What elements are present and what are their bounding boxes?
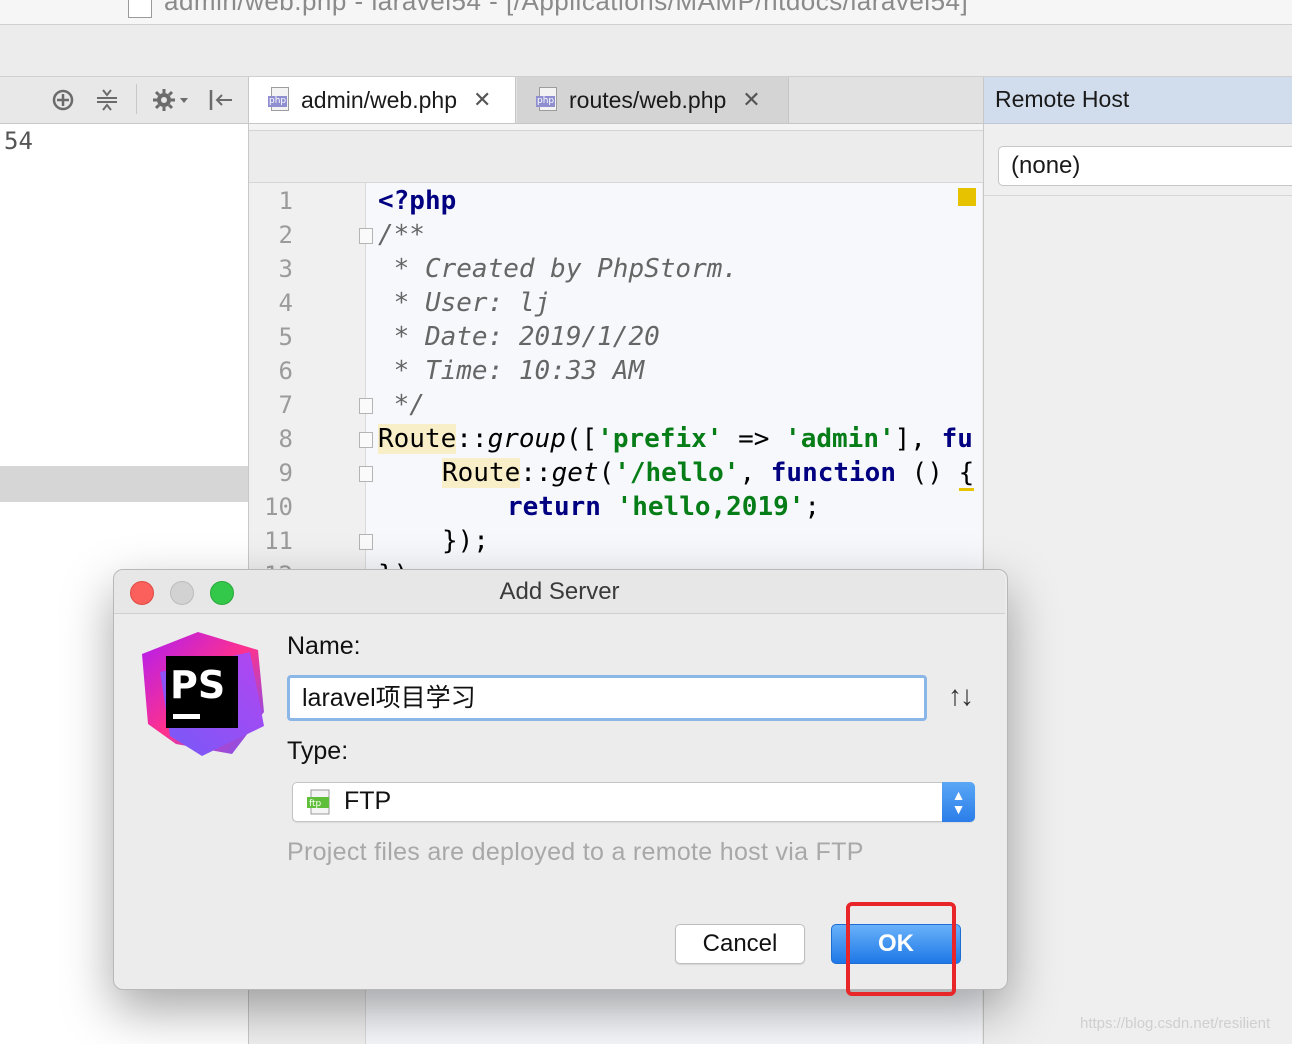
project-tree-selected-row[interactable] xyxy=(0,466,248,502)
cancel-button[interactable]: Cancel xyxy=(675,924,805,964)
code-line: */ xyxy=(378,390,425,420)
warning-marker[interactable] xyxy=(958,188,976,206)
code-line: * User: lj xyxy=(378,288,551,318)
fold-marker-icon[interactable] xyxy=(359,398,373,414)
toolbar-separator xyxy=(136,84,137,114)
type-description: Project files are deployed to a remote h… xyxy=(287,838,864,866)
fold-marker-icon[interactable] xyxy=(359,228,373,244)
divider xyxy=(984,195,1292,196)
line-number: 8 xyxy=(278,425,293,453)
ftp-icon: ftp xyxy=(307,789,331,815)
code-line: /** xyxy=(378,220,425,250)
tab-label: admin/web.php xyxy=(301,86,457,113)
watermark: https://blog.csdn.net/resilient xyxy=(1080,1015,1271,1032)
fold-marker-icon[interactable] xyxy=(359,466,373,482)
line-number: 10 xyxy=(264,493,293,521)
editor-strip xyxy=(249,124,983,131)
name-input[interactable]: laravel项目学习 xyxy=(287,675,927,721)
code-line: * Created by PhpStorm. xyxy=(378,254,739,284)
code-line: return 'hello,2019'; xyxy=(507,492,821,522)
locate-icon[interactable] xyxy=(50,87,76,113)
type-select[interactable] xyxy=(292,782,975,822)
type-value: FTP xyxy=(344,787,392,815)
code-line: Route::group(['prefix' => 'admin'], fu xyxy=(378,424,973,454)
remote-host-select[interactable]: (none) xyxy=(998,146,1292,186)
line-number: 2 xyxy=(278,221,293,249)
line-number: 1 xyxy=(278,187,293,215)
fold-marker-icon[interactable] xyxy=(359,534,373,550)
dialog-title: Add Server xyxy=(499,578,620,605)
project-tree-text: 54 xyxy=(4,127,33,155)
gear-icon[interactable] xyxy=(152,87,192,113)
line-number: 9 xyxy=(278,459,293,487)
tab-label: routes/web.php xyxy=(569,86,727,113)
name-label: Name: xyxy=(287,632,361,660)
line-number: 11 xyxy=(264,527,293,555)
close-icon[interactable]: ✕ xyxy=(742,87,760,113)
line-number: 7 xyxy=(278,391,293,419)
line-number: 5 xyxy=(278,323,293,351)
type-label: Type: xyxy=(287,737,349,765)
svg-text:PS: PS xyxy=(170,663,225,707)
chevron-updown-icon[interactable]: ▲ ▼ xyxy=(942,782,975,822)
tab-routes-web-php[interactable]: php routes/web.php ✕ xyxy=(517,77,789,123)
code-line: * Date: 2019/1/20 xyxy=(378,322,660,352)
window-titlebar: admin/web.php - laravel54 - [/Applicatio… xyxy=(0,0,1292,25)
collapse-all-icon[interactable] xyxy=(94,87,120,113)
window-title: admin/web.php - laravel54 - [/Applicatio… xyxy=(164,0,969,16)
remote-host-panel xyxy=(983,77,1292,1044)
line-number: 4 xyxy=(278,289,293,317)
line-number: 3 xyxy=(278,255,293,283)
phpstorm-logo-icon: PS xyxy=(140,632,264,756)
code-line: <?php xyxy=(378,186,457,216)
hide-panel-icon[interactable] xyxy=(208,87,234,113)
php-file-icon: php xyxy=(268,87,291,113)
svg-text:ftp: ftp xyxy=(309,799,322,809)
close-icon[interactable]: ✕ xyxy=(473,87,491,113)
main-toolbar xyxy=(0,25,1292,77)
sort-icon[interactable]: ↑↓ xyxy=(948,680,974,712)
highlight-annotation xyxy=(846,902,956,996)
fold-marker-icon[interactable] xyxy=(359,432,373,448)
editor-breadcrumb-bar xyxy=(249,131,983,183)
code-line: * Time: 10:33 AM xyxy=(378,356,645,386)
code-line: Route::get('/hello', function () { xyxy=(442,456,975,491)
remote-host-title: Remote Host xyxy=(995,86,1130,112)
tab-admin-web-php[interactable]: php admin/web.php ✕ xyxy=(249,77,516,123)
code-line: }); xyxy=(442,526,489,556)
php-file-icon: php xyxy=(536,87,559,113)
line-number: 6 xyxy=(278,357,293,385)
file-icon xyxy=(128,0,152,18)
